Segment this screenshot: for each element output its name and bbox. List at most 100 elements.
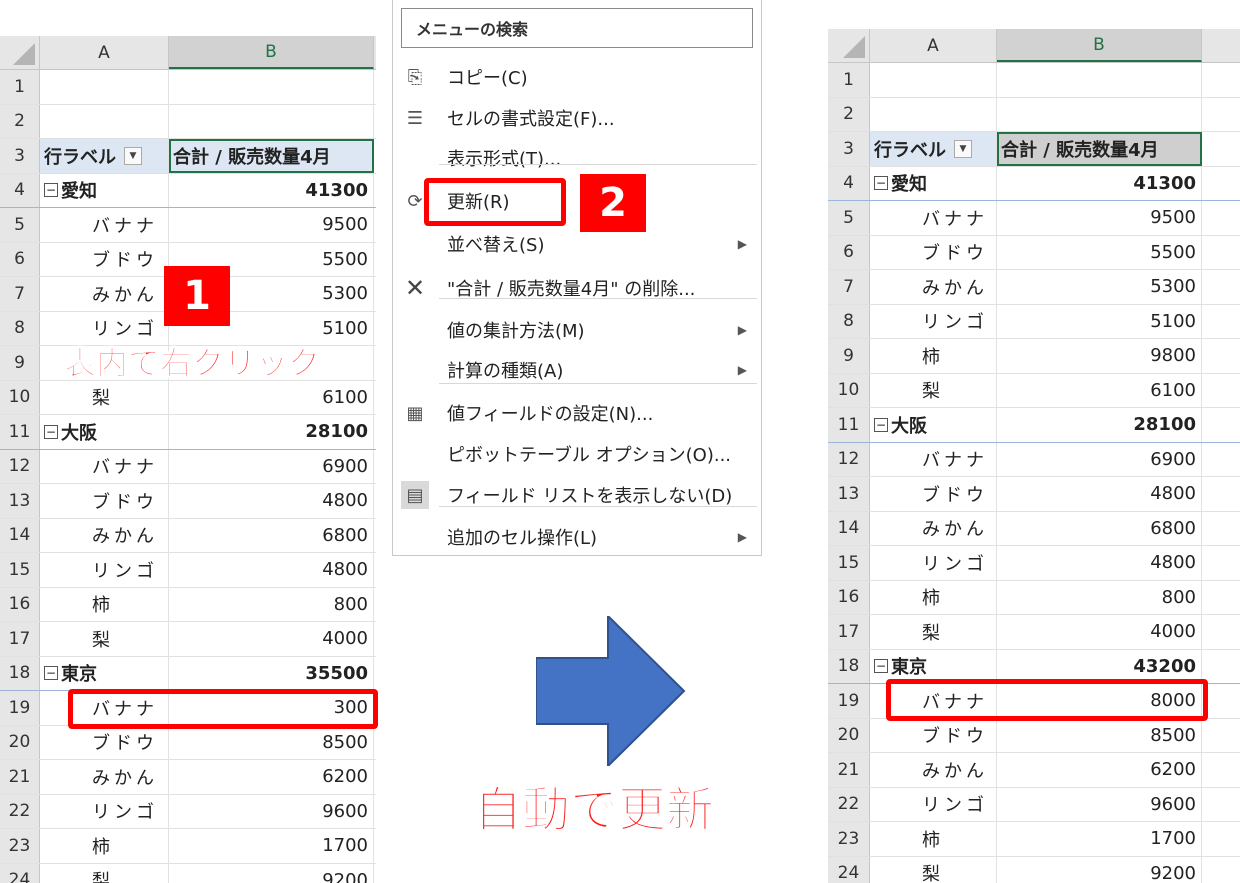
row-number[interactable]: 6 bbox=[0, 242, 40, 276]
row-number[interactable]: 20 bbox=[0, 725, 40, 759]
item-label-cell[interactable]: ブドウ bbox=[40, 725, 169, 759]
group-label-cell[interactable]: − 東京 bbox=[870, 649, 997, 683]
item-label-cell[interactable]: バナナ bbox=[870, 442, 997, 476]
value-cell[interactable]: 4800 bbox=[997, 477, 1202, 511]
item-label-cell[interactable]: ブドウ bbox=[870, 477, 997, 511]
row-number[interactable]: 1 bbox=[828, 63, 870, 97]
collapse-minus-icon[interactable]: − bbox=[874, 417, 888, 432]
value-cell[interactable]: 5100 bbox=[997, 304, 1202, 338]
menu-item[interactable]: 追加のセル操作(L) ▶ bbox=[393, 517, 761, 557]
value-cell[interactable] bbox=[997, 97, 1202, 131]
menu-search-input[interactable]: メニューの検索 bbox=[401, 8, 753, 48]
row-number[interactable]: 4 bbox=[828, 166, 870, 200]
row-number[interactable]: 16 bbox=[828, 580, 870, 614]
value-cell[interactable]: 28100 bbox=[169, 415, 374, 449]
group-label-cell[interactable]: − 愛知 bbox=[40, 173, 169, 207]
value-cell[interactable]: 9800 bbox=[997, 339, 1202, 373]
value-field-header[interactable]: 合計 / 販売数量4月 bbox=[169, 139, 374, 173]
item-label-cell[interactable] bbox=[870, 63, 997, 97]
item-label-cell[interactable]: みかん bbox=[40, 760, 169, 794]
item-label-cell[interactable]: リンゴ bbox=[870, 546, 997, 580]
collapse-minus-icon[interactable]: − bbox=[874, 176, 888, 191]
row-number[interactable]: 11 bbox=[828, 408, 870, 442]
item-label-cell[interactable]: みかん bbox=[40, 277, 169, 311]
item-label-cell[interactable]: みかん bbox=[870, 511, 997, 545]
menu-item[interactable]: ▦ 値フィールドの設定(N)... bbox=[393, 393, 761, 433]
value-cell[interactable]: 6800 bbox=[997, 511, 1202, 545]
value-cell[interactable]: 6100 bbox=[997, 373, 1202, 407]
column-header-a[interactable]: A bbox=[870, 29, 997, 62]
row-number[interactable]: 9 bbox=[0, 346, 40, 380]
item-label-cell[interactable]: 梨 bbox=[40, 622, 169, 656]
row-number[interactable]: 23 bbox=[0, 829, 40, 863]
row-number[interactable]: 21 bbox=[0, 760, 40, 794]
value-cell[interactable]: 6900 bbox=[997, 442, 1202, 476]
value-cell[interactable]: 800 bbox=[997, 580, 1202, 614]
menu-item[interactable]: 計算の種類(A) ▶ bbox=[393, 350, 761, 390]
value-cell[interactable]: 4800 bbox=[997, 546, 1202, 580]
value-cell[interactable]: 4800 bbox=[169, 484, 374, 518]
value-cell[interactable]: 8500 bbox=[169, 725, 374, 759]
column-header-b[interactable]: B bbox=[997, 29, 1202, 62]
row-number[interactable]: 18 bbox=[0, 656, 40, 690]
value-cell[interactable]: 6800 bbox=[169, 518, 374, 552]
value-cell[interactable]: 800 bbox=[169, 587, 374, 621]
row-number[interactable]: 3 bbox=[0, 139, 40, 173]
value-cell[interactable]: 9500 bbox=[997, 201, 1202, 235]
value-cell[interactable]: 6900 bbox=[169, 449, 374, 483]
item-label-cell[interactable]: 柿 bbox=[40, 587, 169, 621]
value-cell[interactable]: 4000 bbox=[169, 622, 374, 656]
row-number[interactable]: 20 bbox=[828, 718, 870, 752]
item-label-cell[interactable]: ブドウ bbox=[870, 718, 997, 752]
value-cell[interactable]: 41300 bbox=[169, 173, 374, 207]
item-label-cell[interactable]: 柿 bbox=[870, 339, 997, 373]
menu-item[interactable]: 並べ替え(S) ▶ bbox=[393, 224, 761, 264]
item-label-cell[interactable]: ブドウ bbox=[870, 235, 997, 269]
item-label-cell[interactable]: みかん bbox=[870, 753, 997, 787]
menu-item[interactable]: ▤ フィールド リストを表示しない(D) bbox=[393, 475, 761, 515]
item-label-cell[interactable]: バナナ bbox=[870, 201, 997, 235]
value-cell[interactable] bbox=[169, 70, 374, 104]
row-number[interactable]: 11 bbox=[0, 415, 40, 449]
item-label-cell[interactable]: 柿 bbox=[870, 822, 997, 856]
item-label-cell[interactable]: リンゴ bbox=[870, 787, 997, 821]
row-number[interactable]: 10 bbox=[828, 373, 870, 407]
menu-item[interactable]: ⎘ コピー(C) bbox=[393, 57, 761, 97]
value-cell[interactable]: 9200 bbox=[169, 863, 374, 883]
row-number[interactable]: 9 bbox=[828, 339, 870, 373]
select-all-corner[interactable] bbox=[828, 29, 870, 62]
row-number[interactable]: 12 bbox=[828, 442, 870, 476]
value-cell[interactable]: 6100 bbox=[169, 380, 374, 414]
value-cell[interactable]: 9600 bbox=[997, 787, 1202, 821]
row-number[interactable]: 16 bbox=[0, 587, 40, 621]
value-cell[interactable]: 28100 bbox=[997, 408, 1202, 442]
row-number[interactable]: 17 bbox=[828, 615, 870, 649]
row-number[interactable]: 22 bbox=[828, 787, 870, 821]
item-label-cell[interactable]: 柿 bbox=[40, 829, 169, 863]
value-cell[interactable]: 8500 bbox=[997, 718, 1202, 752]
menu-item[interactable]: 表示形式(T)... bbox=[393, 138, 761, 178]
row-number[interactable]: 1 bbox=[0, 70, 40, 104]
row-number[interactable]: 15 bbox=[828, 546, 870, 580]
item-label-cell[interactable]: 梨 bbox=[40, 380, 169, 414]
row-number[interactable]: 19 bbox=[828, 684, 870, 718]
collapse-minus-icon[interactable]: − bbox=[44, 666, 58, 681]
group-label-cell[interactable]: − 東京 bbox=[40, 656, 169, 690]
column-header-a[interactable]: A bbox=[40, 36, 169, 69]
row-number[interactable]: 5 bbox=[828, 201, 870, 235]
value-cell[interactable]: 5500 bbox=[997, 235, 1202, 269]
row-number[interactable]: 10 bbox=[0, 380, 40, 414]
row-number[interactable]: 7 bbox=[0, 277, 40, 311]
row-number[interactable]: 14 bbox=[0, 518, 40, 552]
item-label-cell[interactable]: 梨 bbox=[40, 863, 169, 883]
menu-item[interactable]: 値の集計方法(M) ▶ bbox=[393, 310, 761, 350]
row-labels-header[interactable]: 行ラベル ▼ bbox=[870, 132, 997, 166]
item-label-cell[interactable]: みかん bbox=[40, 518, 169, 552]
row-number[interactable]: 13 bbox=[0, 484, 40, 518]
row-number[interactable]: 13 bbox=[828, 477, 870, 511]
item-label-cell[interactable] bbox=[40, 70, 169, 104]
item-label-cell[interactable] bbox=[870, 97, 997, 131]
row-number[interactable]: 5 bbox=[0, 208, 40, 242]
item-label-cell[interactable]: バナナ bbox=[40, 449, 169, 483]
value-cell[interactable]: 1700 bbox=[997, 822, 1202, 856]
